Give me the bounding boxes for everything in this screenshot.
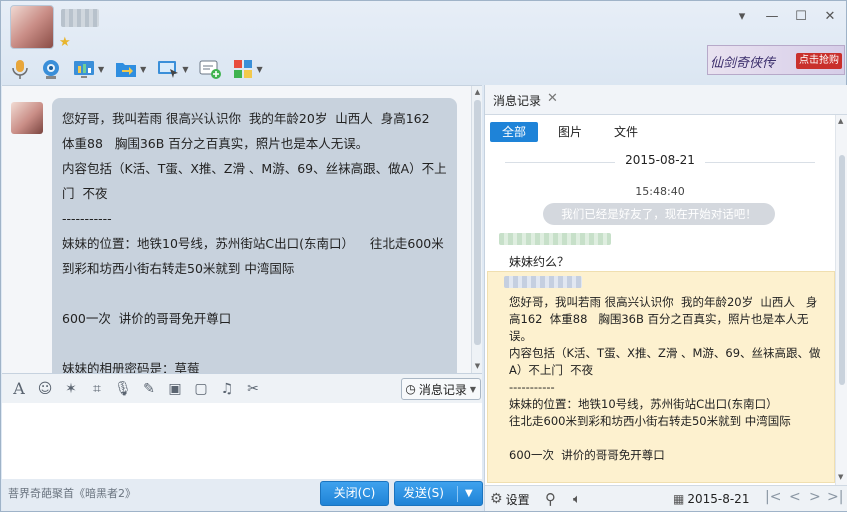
close-tab-icon[interactable]: ✕ — [547, 91, 558, 106]
chat-window: ★ ▾ — ☐ ✕ ▼ ▼ ▼ ▼ 仙剑奇侠传 点击抢购 您好哥，我叫若雨 很高… — [0, 0, 847, 512]
star-icon: ★ — [59, 35, 71, 50]
minimize-button[interactable]: — — [761, 8, 783, 26]
music-icon[interactable]: ♫ — [216, 378, 238, 400]
message-record-button[interactable]: ◷ 消息记录 ▼ — [401, 378, 481, 400]
remote-desktop-icon — [158, 61, 179, 78]
clock-icon: ◷ — [405, 382, 416, 396]
message-input[interactable] — [2, 403, 482, 479]
scroll-down-icon[interactable]: ▼ — [838, 473, 843, 481]
chat-history: 您好哥，我叫若雨 很高兴认识你 我的年龄20岁 山西人 身高162 体重88 胸… — [2, 85, 482, 373]
voice-call-button[interactable] — [7, 56, 33, 82]
remote-desktop-button[interactable]: ▼ — [153, 56, 191, 82]
video-call-button[interactable] — [37, 56, 65, 82]
sender-avatar[interactable] — [11, 102, 43, 134]
header: ★ ▾ — ☐ ✕ ▼ ▼ ▼ ▼ 仙剑奇侠传 点击抢购 — [1, 1, 846, 85]
chat-footer: 菩界奇葩聚首《暗黑者2》 关闭(C) 发送(S) ▼ — [2, 479, 483, 511]
close-button[interactable]: 关闭(C) — [320, 481, 389, 506]
scrollbar-thumb[interactable] — [839, 155, 845, 385]
scroll-up-icon[interactable]: ▲ — [473, 88, 482, 98]
menu-icon[interactable]: ▾ — [731, 8, 753, 26]
filter-files[interactable]: 文件 — [602, 122, 650, 142]
chevron-down-icon: ▼ — [469, 384, 476, 394]
folder-arrow-icon — [116, 63, 137, 77]
ad-buy-button[interactable]: 点击抢购 — [796, 53, 842, 69]
next-page-icon[interactable]: > — [809, 489, 821, 505]
send-file-button[interactable]: ▼ — [111, 56, 149, 82]
history-scrollbar[interactable]: ▲ ▼ — [835, 115, 847, 485]
screenshot-icon[interactable]: ⌗ — [86, 378, 108, 400]
filter-images[interactable]: 图片 — [546, 122, 594, 142]
chevron-down-icon: ▼ — [98, 64, 105, 74]
edit-icon[interactable]: ✎ — [138, 378, 160, 400]
message-time: 15:48:40 — [635, 185, 685, 198]
settings-label: 设置 — [505, 492, 530, 507]
history-message: 妹妹约么？ — [509, 255, 570, 269]
filter-tabs: 全部 图片 文件 — [485, 115, 847, 145]
emoji-icon[interactable]: ☺ — [34, 378, 56, 400]
search-button[interactable]: ⚲ — [545, 490, 556, 508]
chevron-down-icon: ▼ — [256, 64, 263, 74]
panel-footer: ⚙ 设置 ⚲ 🔈︎ ▦ 2015-8-21 |< < > >| — [485, 485, 847, 511]
input-toolbar: A ☺ ✶ ⌗ 🎙︎ ✎ ▣ ▢ ♫ ✂ ◷ 消息记录 ▼ — [2, 373, 482, 403]
sender-name-redacted — [504, 276, 582, 288]
panel-tabbar: 消息记录 ✕ — [485, 85, 847, 115]
screen-share-icon — [74, 61, 94, 78]
message-history-panel: 消息记录 ✕ 全部 图片 文件 2015-08-21 15:48:40 我们已经… — [484, 85, 847, 511]
search-icon: ⚲ — [545, 490, 556, 508]
highlighted-message: 您好哥，我叫若雨 很高兴认识你 我的年龄20岁 山西人 身高162 体重88 胸… — [487, 271, 835, 483]
scissors-icon[interactable]: ✂ — [242, 378, 264, 400]
tab-message-record[interactable]: 消息记录 — [493, 92, 541, 109]
restore-button[interactable]: ☐ — [790, 8, 812, 26]
first-page-icon[interactable]: |< — [765, 489, 781, 505]
speaker-button[interactable]: 🔈︎ — [573, 490, 581, 508]
send-label: 发送(S) — [403, 486, 444, 500]
chat-scrollbar[interactable]: ▲ ▼ — [471, 86, 482, 373]
scrollbar-thumb[interactable] — [474, 100, 481, 345]
footer-ad-link[interactable]: 菩界奇葩聚首《暗黑者2》 — [8, 485, 136, 501]
invite-icon — [199, 60, 222, 79]
date-separator: 2015-08-21 — [485, 153, 835, 171]
ad-title: 仙剑奇侠传 — [710, 56, 776, 71]
system-message: 我们已经是好友了，现在开始对话吧！ — [543, 203, 775, 225]
scroll-up-icon[interactable]: ▲ — [838, 117, 843, 125]
calendar-icon: ▦ — [673, 492, 685, 506]
chevron-down-icon: ▼ — [140, 64, 147, 74]
contact-name-redacted — [61, 9, 99, 27]
microphone-icon — [12, 60, 28, 79]
apps-button[interactable]: ▼ — [229, 56, 265, 82]
sender-name-redacted — [499, 233, 611, 245]
close-window-button[interactable]: ✕ — [819, 8, 841, 26]
screen-share-button[interactable]: ▼ — [69, 56, 107, 82]
main-toolbar: ▼ ▼ ▼ ▼ — [7, 55, 266, 83]
send-button[interactable]: 发送(S) ▼ — [394, 481, 483, 506]
send-options-chevron-icon[interactable]: ▼ — [465, 482, 473, 505]
chevron-down-icon: ▼ — [182, 64, 189, 74]
divider — [457, 486, 458, 502]
settings-button[interactable]: ⚙ 设置 — [490, 490, 530, 508]
folder-icon[interactable]: ▢ — [190, 378, 212, 400]
filter-all[interactable]: 全部 — [490, 122, 539, 142]
date-picker-value: 2015-8-21 — [687, 492, 750, 506]
speaker-icon: 🔈︎ — [573, 491, 581, 507]
contact-avatar[interactable] — [10, 5, 54, 49]
message-bubble: 您好哥，我叫若雨 很高兴认识你 我的年龄20岁 山西人 身高162 体重88 胸… — [52, 98, 457, 373]
image-icon[interactable]: ▣ — [164, 378, 186, 400]
game-ad-banner[interactable]: 仙剑奇侠传 点击抢购 — [707, 45, 845, 75]
magic-wand-icon[interactable]: ✶ — [60, 378, 82, 400]
font-icon[interactable]: A — [8, 378, 30, 400]
prev-page-icon[interactable]: < — [789, 489, 801, 505]
last-page-icon[interactable]: >| — [827, 489, 843, 505]
invite-button[interactable] — [195, 56, 225, 82]
date-picker[interactable]: ▦ 2015-8-21 — [673, 490, 749, 508]
apps-icon — [234, 60, 253, 78]
message-record-label: 消息记录 — [418, 382, 467, 397]
scroll-down-icon[interactable]: ▼ — [473, 362, 482, 372]
highlighted-message-text: 您好哥，我叫若雨 很高兴认识你 我的年龄20岁 山西人 身高162 体重88 胸… — [509, 295, 821, 462]
voice-message-icon[interactable]: 🎙︎ — [112, 378, 134, 400]
gear-icon: ⚙ — [490, 491, 503, 507]
camera-icon — [43, 60, 59, 79]
